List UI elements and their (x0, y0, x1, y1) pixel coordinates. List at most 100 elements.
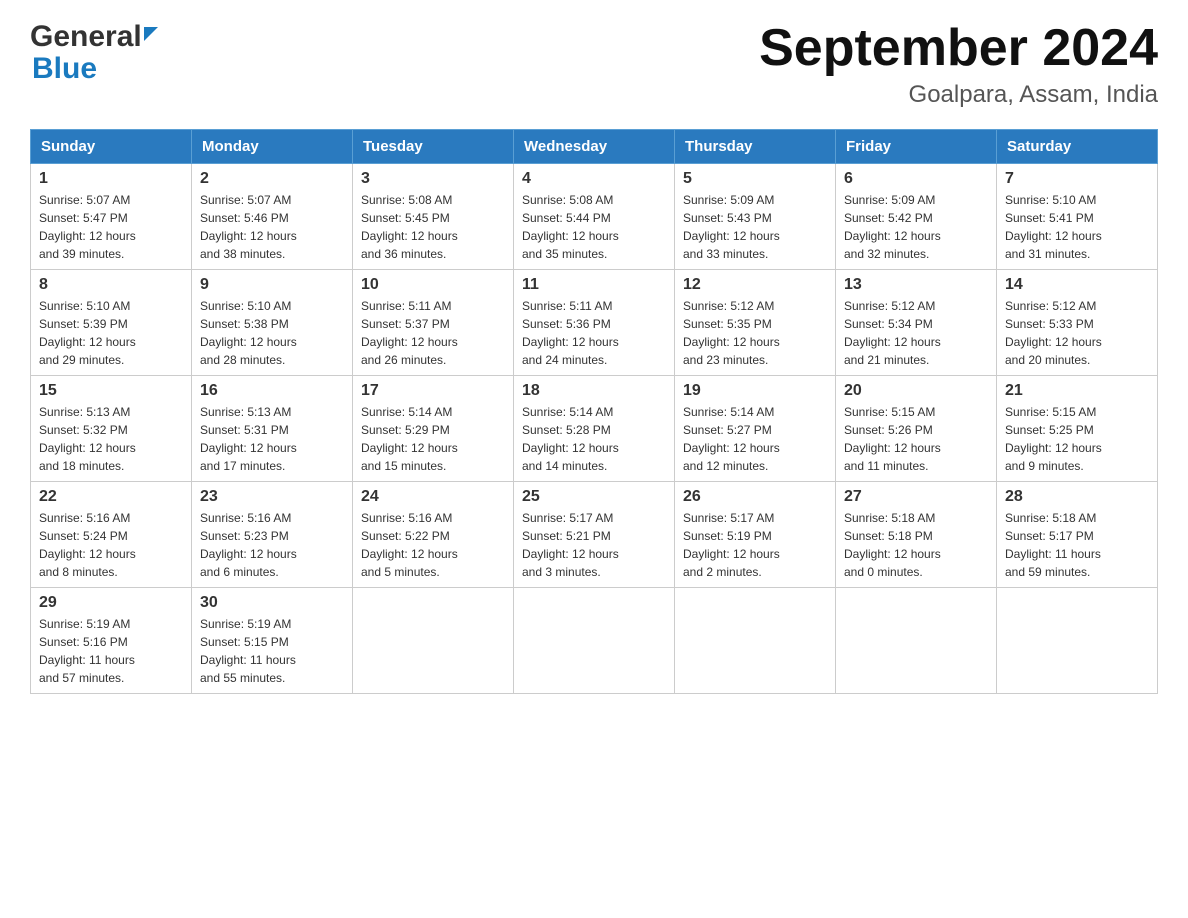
day-number: 6 (844, 170, 988, 188)
calendar-cell: 29 Sunrise: 5:19 AMSunset: 5:16 PMDaylig… (31, 588, 192, 694)
calendar-week-row: 22 Sunrise: 5:16 AMSunset: 5:24 PMDaylig… (31, 482, 1158, 588)
calendar-cell: 4 Sunrise: 5:08 AMSunset: 5:44 PMDayligh… (514, 164, 675, 270)
calendar-table: Sunday Monday Tuesday Wednesday Thursday… (30, 129, 1158, 694)
day-info: Sunrise: 5:17 AMSunset: 5:19 PMDaylight:… (683, 509, 827, 581)
calendar-cell: 26 Sunrise: 5:17 AMSunset: 5:19 PMDaylig… (675, 482, 836, 588)
day-number: 10 (361, 276, 505, 294)
calendar-cell: 6 Sunrise: 5:09 AMSunset: 5:42 PMDayligh… (836, 164, 997, 270)
day-number: 14 (1005, 276, 1149, 294)
logo: General Blue (30, 20, 158, 86)
day-number: 19 (683, 382, 827, 400)
calendar-cell: 9 Sunrise: 5:10 AMSunset: 5:38 PMDayligh… (192, 270, 353, 376)
calendar-title: September 2024 (759, 20, 1158, 77)
day-number: 9 (200, 276, 344, 294)
calendar-cell (353, 588, 514, 694)
calendar-cell: 5 Sunrise: 5:09 AMSunset: 5:43 PMDayligh… (675, 164, 836, 270)
calendar-cell: 25 Sunrise: 5:17 AMSunset: 5:21 PMDaylig… (514, 482, 675, 588)
day-number: 18 (522, 382, 666, 400)
day-number: 24 (361, 488, 505, 506)
calendar-cell (997, 588, 1158, 694)
calendar-cell (675, 588, 836, 694)
day-info: Sunrise: 5:14 AMSunset: 5:27 PMDaylight:… (683, 403, 827, 475)
calendar-cell: 28 Sunrise: 5:18 AMSunset: 5:17 PMDaylig… (997, 482, 1158, 588)
day-info: Sunrise: 5:15 AMSunset: 5:26 PMDaylight:… (844, 403, 988, 475)
day-number: 30 (200, 594, 344, 612)
day-info: Sunrise: 5:16 AMSunset: 5:24 PMDaylight:… (39, 509, 183, 581)
header-thursday: Thursday (675, 130, 836, 164)
calendar-cell (836, 588, 997, 694)
day-number: 4 (522, 170, 666, 188)
day-info: Sunrise: 5:14 AMSunset: 5:29 PMDaylight:… (361, 403, 505, 475)
day-number: 29 (39, 594, 183, 612)
calendar-cell: 15 Sunrise: 5:13 AMSunset: 5:32 PMDaylig… (31, 376, 192, 482)
calendar-cell: 10 Sunrise: 5:11 AMSunset: 5:37 PMDaylig… (353, 270, 514, 376)
day-info: Sunrise: 5:12 AMSunset: 5:34 PMDaylight:… (844, 297, 988, 369)
day-info: Sunrise: 5:07 AMSunset: 5:47 PMDaylight:… (39, 191, 183, 263)
day-number: 20 (844, 382, 988, 400)
calendar-week-row: 1 Sunrise: 5:07 AMSunset: 5:47 PMDayligh… (31, 164, 1158, 270)
day-number: 23 (200, 488, 344, 506)
calendar-cell: 11 Sunrise: 5:11 AMSunset: 5:36 PMDaylig… (514, 270, 675, 376)
header-tuesday: Tuesday (353, 130, 514, 164)
day-number: 16 (200, 382, 344, 400)
day-number: 26 (683, 488, 827, 506)
calendar-cell (514, 588, 675, 694)
day-info: Sunrise: 5:14 AMSunset: 5:28 PMDaylight:… (522, 403, 666, 475)
day-number: 21 (1005, 382, 1149, 400)
calendar-cell: 7 Sunrise: 5:10 AMSunset: 5:41 PMDayligh… (997, 164, 1158, 270)
calendar-cell: 17 Sunrise: 5:14 AMSunset: 5:29 PMDaylig… (353, 376, 514, 482)
day-info: Sunrise: 5:16 AMSunset: 5:22 PMDaylight:… (361, 509, 505, 581)
day-number: 15 (39, 382, 183, 400)
day-info: Sunrise: 5:10 AMSunset: 5:41 PMDaylight:… (1005, 191, 1149, 263)
header-monday: Monday (192, 130, 353, 164)
day-info: Sunrise: 5:16 AMSunset: 5:23 PMDaylight:… (200, 509, 344, 581)
calendar-cell: 30 Sunrise: 5:19 AMSunset: 5:15 PMDaylig… (192, 588, 353, 694)
day-number: 2 (200, 170, 344, 188)
day-info: Sunrise: 5:08 AMSunset: 5:45 PMDaylight:… (361, 191, 505, 263)
calendar-cell: 16 Sunrise: 5:13 AMSunset: 5:31 PMDaylig… (192, 376, 353, 482)
calendar-cell: 1 Sunrise: 5:07 AMSunset: 5:47 PMDayligh… (31, 164, 192, 270)
day-info: Sunrise: 5:13 AMSunset: 5:32 PMDaylight:… (39, 403, 183, 475)
day-info: Sunrise: 5:12 AMSunset: 5:35 PMDaylight:… (683, 297, 827, 369)
header-friday: Friday (836, 130, 997, 164)
page-header: General Blue September 2024 Goalpara, As… (30, 20, 1158, 109)
calendar-cell: 22 Sunrise: 5:16 AMSunset: 5:24 PMDaylig… (31, 482, 192, 588)
day-number: 1 (39, 170, 183, 188)
calendar-cell: 19 Sunrise: 5:14 AMSunset: 5:27 PMDaylig… (675, 376, 836, 482)
day-number: 12 (683, 276, 827, 294)
day-info: Sunrise: 5:19 AMSunset: 5:15 PMDaylight:… (200, 615, 344, 687)
day-info: Sunrise: 5:12 AMSunset: 5:33 PMDaylight:… (1005, 297, 1149, 369)
calendar-cell: 18 Sunrise: 5:14 AMSunset: 5:28 PMDaylig… (514, 376, 675, 482)
calendar-header-row: Sunday Monday Tuesday Wednesday Thursday… (31, 130, 1158, 164)
calendar-cell: 27 Sunrise: 5:18 AMSunset: 5:18 PMDaylig… (836, 482, 997, 588)
header-sunday: Sunday (31, 130, 192, 164)
day-number: 3 (361, 170, 505, 188)
calendar-subtitle: Goalpara, Assam, India (759, 81, 1158, 109)
header-wednesday: Wednesday (514, 130, 675, 164)
logo-blue-text: Blue (32, 52, 97, 86)
title-section: September 2024 Goalpara, Assam, India (759, 20, 1158, 109)
day-info: Sunrise: 5:07 AMSunset: 5:46 PMDaylight:… (200, 191, 344, 263)
calendar-cell: 24 Sunrise: 5:16 AMSunset: 5:22 PMDaylig… (353, 482, 514, 588)
calendar-cell: 2 Sunrise: 5:07 AMSunset: 5:46 PMDayligh… (192, 164, 353, 270)
day-info: Sunrise: 5:10 AMSunset: 5:39 PMDaylight:… (39, 297, 183, 369)
day-number: 22 (39, 488, 183, 506)
day-info: Sunrise: 5:18 AMSunset: 5:17 PMDaylight:… (1005, 509, 1149, 581)
calendar-week-row: 15 Sunrise: 5:13 AMSunset: 5:32 PMDaylig… (31, 376, 1158, 482)
calendar-cell: 3 Sunrise: 5:08 AMSunset: 5:45 PMDayligh… (353, 164, 514, 270)
calendar-cell: 8 Sunrise: 5:10 AMSunset: 5:39 PMDayligh… (31, 270, 192, 376)
day-number: 17 (361, 382, 505, 400)
calendar-cell: 12 Sunrise: 5:12 AMSunset: 5:35 PMDaylig… (675, 270, 836, 376)
calendar-cell: 23 Sunrise: 5:16 AMSunset: 5:23 PMDaylig… (192, 482, 353, 588)
logo-general-text: General (30, 20, 142, 54)
calendar-cell: 14 Sunrise: 5:12 AMSunset: 5:33 PMDaylig… (997, 270, 1158, 376)
day-info: Sunrise: 5:09 AMSunset: 5:42 PMDaylight:… (844, 191, 988, 263)
day-info: Sunrise: 5:13 AMSunset: 5:31 PMDaylight:… (200, 403, 344, 475)
day-info: Sunrise: 5:17 AMSunset: 5:21 PMDaylight:… (522, 509, 666, 581)
day-info: Sunrise: 5:18 AMSunset: 5:18 PMDaylight:… (844, 509, 988, 581)
calendar-week-row: 29 Sunrise: 5:19 AMSunset: 5:16 PMDaylig… (31, 588, 1158, 694)
day-number: 28 (1005, 488, 1149, 506)
day-info: Sunrise: 5:08 AMSunset: 5:44 PMDaylight:… (522, 191, 666, 263)
day-number: 5 (683, 170, 827, 188)
calendar-cell: 21 Sunrise: 5:15 AMSunset: 5:25 PMDaylig… (997, 376, 1158, 482)
